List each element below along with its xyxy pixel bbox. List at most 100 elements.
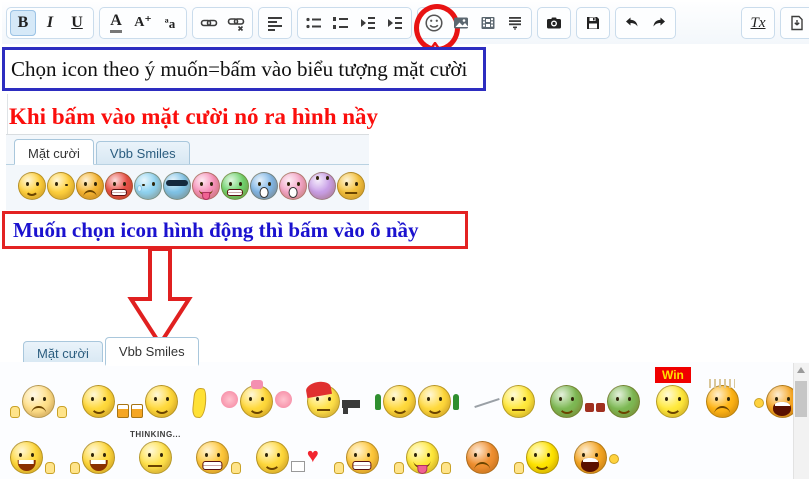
bullet-list-icon	[305, 14, 323, 32]
source-mode-icon	[788, 14, 806, 32]
rolleyes-smiley[interactable]	[308, 172, 336, 200]
font-size-button[interactable]: A⁺	[130, 10, 156, 36]
bottle-icon	[375, 394, 381, 410]
drinking-buddies-emoticon[interactable]	[375, 385, 459, 418]
insert-image-button[interactable]	[448, 10, 474, 36]
source-mode-button[interactable]	[784, 10, 809, 36]
outdent-button[interactable]	[355, 10, 381, 36]
laugh-point-right-emoticon[interactable]	[10, 441, 55, 474]
wink-smiley[interactable]	[47, 172, 75, 200]
italic-button[interactable]: I	[37, 10, 63, 36]
text-color-button[interactable]: A	[103, 10, 129, 36]
remove-link-button[interactable]	[223, 10, 249, 36]
smiley-icon	[424, 13, 444, 33]
redo-button[interactable]	[646, 10, 672, 36]
beer-icon	[117, 404, 129, 418]
tab2-mat-cuoi[interactable]: Mặt cười	[23, 341, 103, 364]
toolbar-group: BIU	[6, 7, 94, 39]
tab-vbb-smiles[interactable]: Vbb Smiles	[96, 141, 190, 164]
annotation-callout-box: Muốn chọn icon hình động thì bấm vào ô n…	[2, 211, 468, 249]
indent-button[interactable]	[382, 10, 408, 36]
vbb-smiles-content: Win THINKING...	[0, 362, 809, 479]
hand-icon	[334, 462, 344, 474]
toolbar-group	[297, 7, 412, 39]
toolbar-group	[537, 7, 571, 39]
pom-icon	[275, 391, 292, 408]
insert-video-button[interactable]	[475, 10, 501, 36]
tab-mat-cuoi[interactable]: Mặt cười	[14, 139, 94, 165]
hand-icon	[10, 406, 20, 418]
cup-icon	[596, 403, 605, 412]
biggrin-smiley[interactable]	[221, 172, 249, 200]
font-size-icon: A⁺	[134, 16, 152, 30]
mad-smiley[interactable]	[105, 172, 133, 200]
tongue-smiley[interactable]	[192, 172, 220, 200]
grumpy-emoticon[interactable]	[466, 441, 499, 474]
thinking-emoticon[interactable]: THINKING...	[130, 430, 181, 474]
bullet-list-button[interactable]	[301, 10, 327, 36]
underline-button[interactable]: U	[64, 10, 90, 36]
text-case-button[interactable]: ªa	[157, 10, 183, 36]
scheming-emoticon[interactable]	[196, 441, 241, 474]
editor-tutorial-screenshot: BIUAA⁺ªaTx Chọn icon theo ý muốn=bấm vào…	[0, 0, 809, 479]
toolbar-group	[192, 7, 253, 39]
smiley-picker-panel: Mặt cười Vbb Smiles	[6, 134, 369, 210]
fist-icon	[609, 454, 619, 464]
cup-icon	[585, 403, 594, 412]
indent-icon	[386, 14, 404, 32]
shooter-emoticon[interactable]	[307, 385, 360, 418]
sword-icon	[474, 398, 499, 408]
emoticon-row: THINKING...	[0, 418, 809, 474]
worship-emoticon[interactable]	[10, 385, 67, 418]
frown-smiley[interactable]	[76, 172, 104, 200]
finger-gun-emoticon[interactable]	[514, 441, 559, 474]
insert-video-icon	[479, 14, 497, 32]
hand-icon	[394, 462, 404, 474]
angry-emoticon[interactable]	[706, 385, 739, 418]
numbered-list-button[interactable]	[328, 10, 354, 36]
giggling-emoticon[interactable]	[334, 441, 379, 474]
scrollbar[interactable]	[793, 363, 809, 479]
remove-format-button[interactable]: Tx	[745, 10, 771, 36]
insert-quote-button[interactable]	[502, 10, 528, 36]
smiley-button[interactable]	[421, 10, 447, 36]
laugh-point-left-emoticon[interactable]	[70, 441, 115, 474]
win-emoticon[interactable]: Win	[655, 367, 691, 418]
toast-emoticon[interactable]	[550, 385, 640, 418]
eek-smiley[interactable]	[279, 172, 307, 200]
pom-icon	[221, 391, 238, 408]
toolbar-group	[417, 7, 532, 39]
love-letter-emoticon[interactable]	[256, 441, 319, 474]
fencer-emoticon[interactable]	[474, 385, 535, 418]
undo-button[interactable]	[619, 10, 645, 36]
tab2-vbb-smiles[interactable]: Vbb Smiles	[105, 337, 199, 366]
cry-smiley[interactable]	[134, 172, 162, 200]
bottle-icon	[453, 394, 459, 410]
insert-link-button[interactable]	[196, 10, 222, 36]
cheers-emoticon[interactable]	[82, 385, 178, 418]
hand-icon	[514, 462, 524, 474]
cheerleader-emoticon[interactable]	[221, 385, 292, 418]
outdent-icon	[359, 14, 377, 32]
align-button[interactable]	[262, 10, 288, 36]
save-button[interactable]	[580, 10, 606, 36]
toolbar-group	[615, 7, 676, 39]
scroll-up-icon[interactable]	[797, 367, 805, 373]
yelling-emoticon[interactable]	[574, 441, 619, 474]
dancing-banana-emoticon[interactable]	[193, 388, 206, 418]
crazy-face-emoticon[interactable]	[394, 441, 451, 474]
shocked-smiley[interactable]	[250, 172, 278, 200]
heart-icon	[307, 446, 319, 466]
scroll-thumb[interactable]	[795, 381, 807, 417]
text-case-icon: ªa	[165, 17, 175, 30]
toolbar-group	[780, 7, 809, 39]
insert-quote-icon	[506, 14, 524, 32]
editor-toolbar: BIUAA⁺ªaTx	[2, 2, 809, 44]
screenshot-button[interactable]	[541, 10, 567, 36]
save-icon	[584, 14, 602, 32]
bold-button[interactable]: B	[10, 10, 36, 36]
smile-smiley[interactable]	[18, 172, 46, 200]
smiley-picker-tabstrip: Mặt cười Vbb Smiles	[6, 135, 369, 165]
cool-smiley[interactable]	[163, 172, 191, 200]
confused-smiley[interactable]	[337, 172, 365, 200]
